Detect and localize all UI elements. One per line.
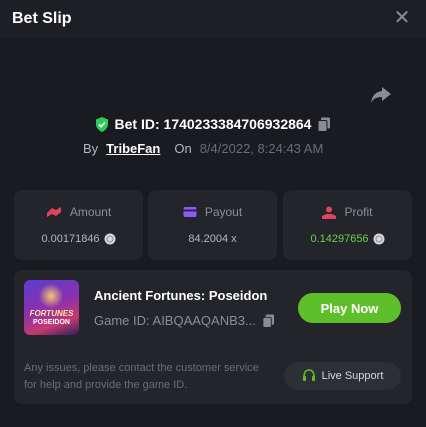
amount-value: 0.00171846	[41, 233, 100, 245]
bet-id-row: Bet ID: 1740233384706932864	[0, 115, 426, 133]
game-id: Game ID: AIBQAAQANB3...	[94, 313, 256, 328]
headset-icon	[302, 369, 315, 381]
amount-icon	[46, 207, 61, 217]
thumbnail-glow	[38, 284, 64, 308]
copy-icon[interactable]	[262, 314, 275, 328]
profit-icon	[322, 206, 337, 219]
bet-id: Bet ID: 1740233384706932864	[114, 116, 312, 132]
live-support-button[interactable]: Live Support	[284, 362, 401, 390]
copy-icon[interactable]	[317, 117, 331, 132]
amount-card: Amount 0.00171846	[14, 190, 143, 260]
shield-check-icon	[95, 116, 108, 132]
bet-meta-row: By TribeFan On 8/4/2022, 8:24:43 AM	[83, 140, 323, 156]
share-icon[interactable]	[370, 86, 392, 104]
coin-icon	[104, 233, 116, 245]
thumbnail-title-line1: FORTUNES	[29, 309, 74, 318]
payout-icon	[183, 207, 197, 217]
page-title: Bet Slip	[12, 10, 72, 27]
thumbnail-title-line2: POSEIDON	[33, 319, 70, 326]
bet-date: 8/4/2022, 8:24:43 AM	[199, 140, 324, 156]
coin-icon	[373, 233, 385, 245]
payout-card: Payout 84.2004 x	[148, 190, 277, 260]
payout-label: Payout	[204, 205, 243, 219]
on-label: On	[174, 140, 192, 156]
live-support-label: Live Support	[321, 370, 384, 382]
payout-value: 84.2004 x	[188, 233, 237, 245]
profit-label: Profit	[344, 205, 373, 219]
game-card: FORTUNES POSEIDON Ancient Fortunes: Pose…	[14, 270, 412, 404]
header-bar: Bet Slip ✕	[0, 0, 426, 38]
amount-label: Amount	[69, 205, 112, 219]
profit-card: Profit 0.14297656	[283, 190, 412, 260]
support-notice: Any issues, please contact the customer …	[24, 362, 259, 391]
game-id-row: Game ID: AIBQAAQANB3...	[94, 313, 275, 328]
profit-value: 0.14297656	[310, 233, 369, 245]
by-label: By	[83, 140, 99, 156]
user-link[interactable]: TribeFan	[106, 141, 160, 156]
game-thumbnail[interactable]: FORTUNES POSEIDON	[24, 280, 79, 335]
game-name: Ancient Fortunes: Poseidon	[94, 288, 268, 303]
play-now-button[interactable]: Play Now	[298, 293, 401, 323]
close-icon[interactable]: ✕	[393, 8, 411, 28]
